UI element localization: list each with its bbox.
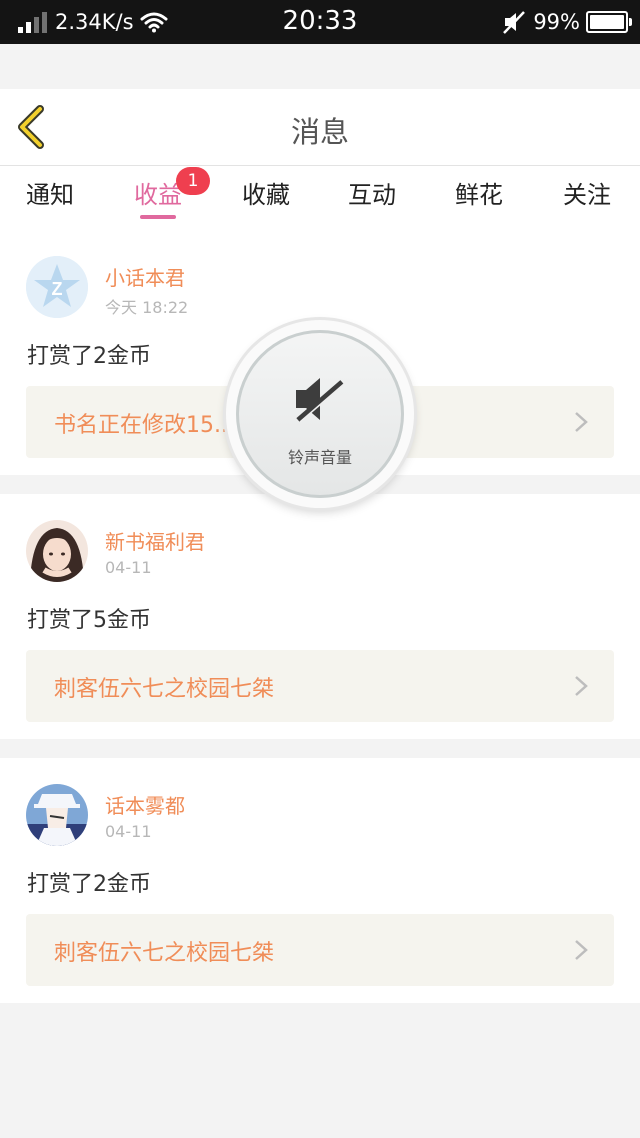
- avatar[interactable]: Z: [26, 256, 88, 318]
- message-card: 话本雾都 04-11 打赏了2金币 刺客伍六七之校园七桀: [0, 758, 640, 1003]
- unread-badge: 1: [176, 167, 210, 195]
- status-right: 99%: [501, 8, 632, 36]
- tab-interactions[interactable]: 互动: [348, 178, 396, 218]
- battery-icon: [586, 11, 632, 33]
- avatar[interactable]: [26, 520, 88, 582]
- message-text: 打赏了5金币: [27, 608, 151, 633]
- tab-label: 鲜花: [455, 181, 503, 209]
- nav-header: 消息: [0, 89, 640, 166]
- book-title: 刺客伍六七之校园七桀: [54, 941, 275, 966]
- message-text: 打赏了2金币: [27, 872, 151, 897]
- tab-favorites[interactable]: 收藏: [242, 178, 290, 218]
- tab-flowers[interactable]: 鲜花: [455, 178, 503, 218]
- book-link[interactable]: 刺客伍六七之校园七桀: [26, 650, 614, 722]
- ringer-muted-icon: [503, 11, 526, 34]
- tab-following[interactable]: 关注: [563, 178, 611, 218]
- tab-bar: 通知 收益 1 收藏 互动 鲜花 关注: [0, 166, 640, 230]
- speaker-muted-icon: [296, 378, 345, 423]
- tab-earnings[interactable]: 收益 1: [134, 167, 210, 219]
- sender-name[interactable]: 小话本君: [105, 262, 185, 291]
- message-card: 新书福利君 04-11 打赏了5金币 刺客伍六七之校园七桀: [0, 494, 640, 739]
- message-time: 04-11: [105, 822, 152, 841]
- tab-label: 收藏: [242, 181, 290, 209]
- chevron-right-icon: [575, 940, 588, 960]
- volume-label: 铃声音量: [287, 448, 352, 467]
- message-text: 打赏了2金币: [27, 344, 151, 369]
- user-photo-icon: [26, 784, 88, 846]
- tab-label: 收益: [134, 181, 182, 209]
- tab-label: 关注: [563, 181, 611, 209]
- active-tab-indicator: [140, 215, 176, 219]
- tab-label: 互动: [348, 181, 396, 209]
- battery-percent: 99%: [533, 10, 580, 34]
- message-time: 今天 18:22: [105, 298, 189, 317]
- tab-label: 通知: [26, 181, 74, 209]
- book-title: 书名正在修改15...: [54, 413, 235, 438]
- svg-text:Z: Z: [52, 279, 63, 299]
- book-link[interactable]: 刺客伍六七之校园七桀: [26, 914, 614, 986]
- page-title: 消息: [290, 115, 349, 149]
- sender-name[interactable]: 新书福利君: [105, 526, 205, 555]
- sender-name[interactable]: 话本雾都: [105, 790, 185, 819]
- chevron-right-icon: [575, 412, 588, 432]
- battery-fill: [590, 15, 624, 29]
- avatar[interactable]: [26, 784, 88, 846]
- user-photo-icon: [26, 520, 88, 582]
- chevron-right-icon: [575, 676, 588, 696]
- status-bar: 2.34K/s 20:33 99%: [0, 0, 640, 44]
- volume-overlay: 铃声音量: [226, 320, 414, 508]
- star-logo-icon: Z: [26, 256, 88, 318]
- message-time: 04-11: [105, 558, 152, 577]
- tab-notifications[interactable]: 通知: [26, 178, 74, 218]
- book-title: 刺客伍六七之校园七桀: [54, 677, 275, 702]
